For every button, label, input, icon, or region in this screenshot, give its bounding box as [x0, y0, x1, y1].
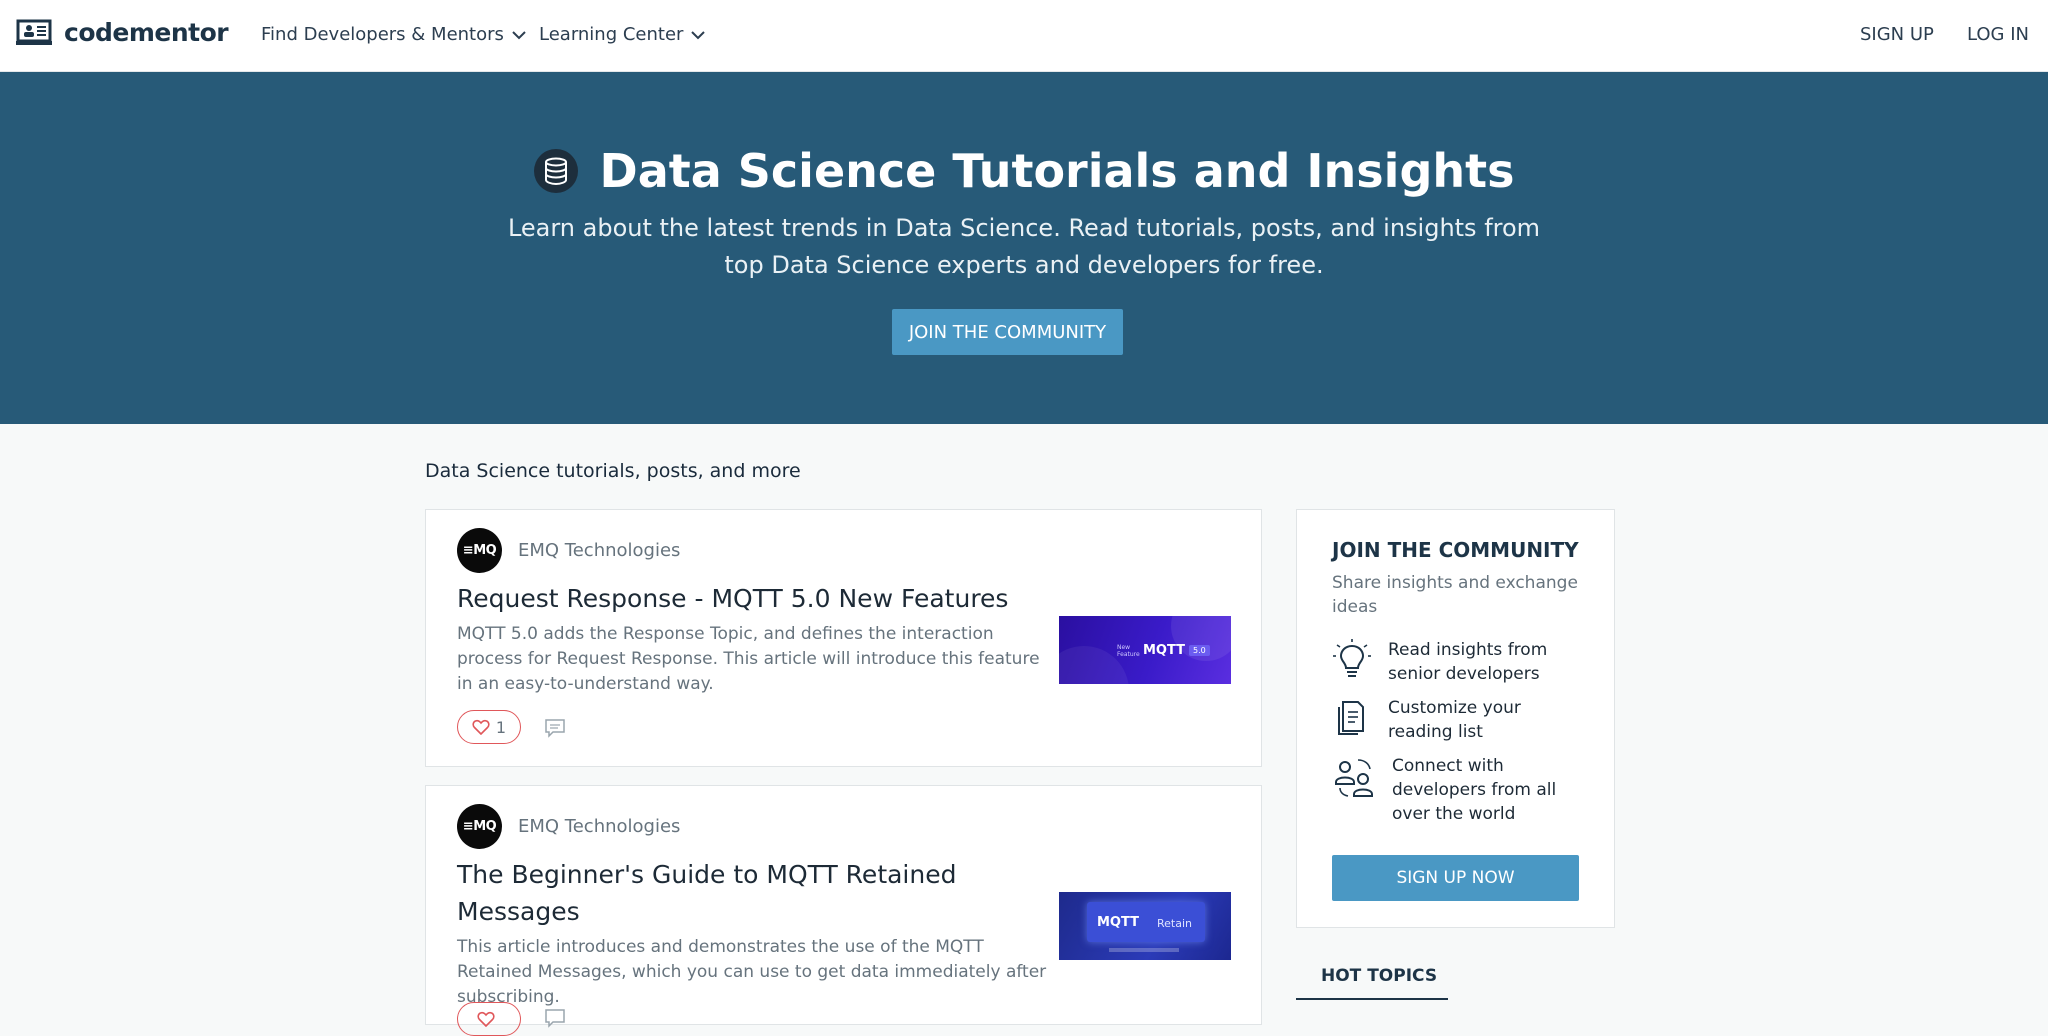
benefit-item: Connect with developers from all over th…: [1332, 754, 1592, 826]
post-thumbnail[interactable]: New Feature MQTT 5.0: [1059, 616, 1231, 684]
connect-icon: [1335, 759, 1373, 797]
section-heading: Data Science tutorials, posts, and more: [425, 460, 801, 482]
lightbulb-icon: [1333, 639, 1371, 677]
learning-center-menu[interactable]: Learning Center: [539, 24, 706, 45]
benefit-text: Connect with developers from all over th…: [1392, 756, 1557, 824]
panel-title: JOIN THE COMMUNITY: [1332, 538, 1579, 562]
join-community-button[interactable]: JOIN THE COMMUNITY: [892, 309, 1123, 355]
codementor-logo-icon: [16, 19, 52, 45]
page-title: Data Science Tutorials and Insights: [599, 144, 1515, 198]
thumbnail-small-text: New Feature: [1117, 643, 1140, 658]
reading-list-icon: [1338, 701, 1364, 735]
panel-subtitle: Share insights and exchange ideas: [1332, 573, 1578, 617]
post-thumbnail[interactable]: MQTT Retain: [1059, 892, 1231, 960]
author-name: EMQ Technologies: [518, 816, 681, 837]
thumbnail-decoration: [1109, 948, 1179, 952]
post-card[interactable]: ≡MQ EMQ Technologies Request Response - …: [425, 509, 1262, 767]
heart-icon: [472, 719, 490, 735]
benefit-text: Customize your reading list: [1388, 698, 1521, 742]
learning-center-label: Learning Center: [539, 24, 684, 45]
hot-topics-label: HOT TOPICS: [1321, 966, 1438, 986]
hero-banner: Data Science Tutorials and Insights Lear…: [0, 72, 2048, 424]
logo[interactable]: codementor: [16, 18, 229, 47]
post-author[interactable]: ≡MQ EMQ Technologies: [457, 804, 680, 849]
chevron-down-icon: [512, 30, 526, 39]
benefit-text: Read insights from senior developers: [1388, 640, 1548, 684]
post-description: This article introduces and demonstrates…: [457, 937, 1047, 1007]
benefit-item: Read insights from senior developers: [1332, 638, 1588, 686]
comment-icon[interactable]: [544, 1008, 566, 1028]
join-community-panel: JOIN THE COMMUNITY Share insights and ex…: [1296, 509, 1615, 928]
heart-icon: [477, 1011, 495, 1027]
signup-link[interactable]: SIGN UP: [1860, 24, 1934, 45]
like-button[interactable]: [457, 1002, 521, 1036]
logo-text: codementor: [64, 18, 229, 47]
post-title[interactable]: The Beginner's Guide to MQTT Retained Me…: [457, 856, 1047, 930]
benefit-item: Customize your reading list: [1332, 696, 1588, 744]
hero-title-row: Data Science Tutorials and Insights: [0, 144, 2048, 198]
find-developers-menu[interactable]: Find Developers & Mentors: [261, 24, 526, 45]
sign-up-now-button[interactable]: SIGN UP NOW: [1332, 855, 1579, 901]
chevron-down-icon: [691, 30, 706, 39]
thumbnail-badge: Retain: [1157, 917, 1192, 930]
login-link[interactable]: LOG IN: [1967, 24, 2029, 45]
thumbnail-brand: MQTT: [1143, 643, 1186, 658]
post-description: MQTT 5.0 adds the Response Topic, and de…: [457, 624, 1040, 694]
database-icon: [533, 149, 578, 193]
avatar: ≡MQ: [457, 804, 502, 849]
thumbnail-badge: 5.0: [1189, 645, 1210, 656]
avatar: ≡MQ: [457, 528, 502, 573]
like-button[interactable]: 1: [457, 710, 521, 744]
author-name: EMQ Technologies: [518, 540, 681, 561]
hot-topics-heading: HOT TOPICS: [1296, 964, 1448, 1000]
top-nav: codementor Find Developers & Mentors Lea…: [0, 0, 2048, 72]
thumbnail-brand: MQTT: [1097, 915, 1140, 930]
post-author[interactable]: ≡MQ EMQ Technologies: [457, 528, 680, 573]
post-card[interactable]: ≡MQ EMQ Technologies The Beginner's Guid…: [425, 785, 1262, 1036]
find-developers-label: Find Developers & Mentors: [261, 24, 504, 45]
hero-subtitle: Learn about the latest trends in Data Sc…: [507, 214, 1541, 279]
thumbnail-label: New Feature MQTT 5.0: [1117, 643, 1210, 658]
post-title[interactable]: Request Response - MQTT 5.0 New Features: [457, 580, 1047, 617]
like-count: 1: [495, 717, 507, 737]
comment-icon[interactable]: [544, 718, 566, 738]
